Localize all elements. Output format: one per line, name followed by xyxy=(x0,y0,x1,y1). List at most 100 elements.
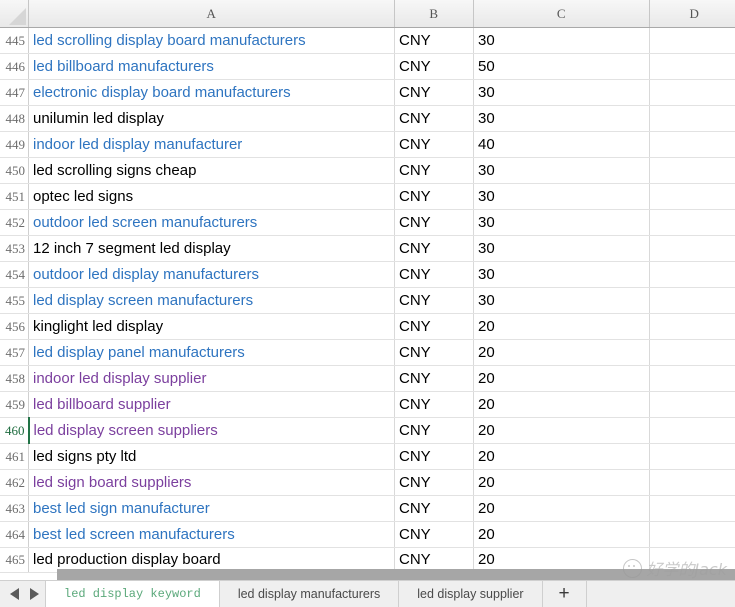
cell-D454[interactable] xyxy=(649,261,735,288)
row-header[interactable]: 449 xyxy=(0,131,29,158)
row-header[interactable]: 459 xyxy=(0,391,29,418)
add-sheet-button[interactable]: + xyxy=(543,581,587,607)
table-row[interactable]: 456 kinglight led display CNY 20 xyxy=(0,313,735,340)
cell-C456[interactable]: 20 xyxy=(473,313,650,340)
spreadsheet-grid[interactable]: A B C D 445 led scrolling display board m… xyxy=(0,0,735,580)
select-all-corner[interactable] xyxy=(0,0,29,28)
cell-B453[interactable]: CNY xyxy=(394,235,474,262)
cell-B456[interactable]: CNY xyxy=(394,313,474,340)
cell-D458[interactable] xyxy=(649,365,735,392)
cell-D448[interactable] xyxy=(649,105,735,132)
cell-B464[interactable]: CNY xyxy=(394,521,474,548)
row-header[interactable]: 462 xyxy=(0,469,29,496)
cell-B460[interactable]: CNY xyxy=(394,417,474,444)
cell-A460[interactable]: led display screen suppliers xyxy=(28,417,395,444)
cell-B461[interactable]: CNY xyxy=(394,443,474,470)
cell-B448[interactable]: CNY xyxy=(394,105,474,132)
cell-B451[interactable]: CNY xyxy=(394,183,474,210)
table-row[interactable]: 450 led scrolling signs cheap CNY 30 xyxy=(0,157,735,184)
cell-A447[interactable]: electronic display board manufacturers xyxy=(28,79,395,106)
table-row[interactable]: 455 led display screen manufacturers CNY 30 xyxy=(0,287,735,314)
cell-D450[interactable] xyxy=(649,157,735,184)
row-header[interactable]: 456 xyxy=(0,313,29,340)
column-header-b[interactable]: B xyxy=(394,0,474,28)
cell-A448[interactable]: unilumin led display xyxy=(28,105,395,132)
cell-C448[interactable]: 30 xyxy=(473,105,650,132)
previous-sheet-arrow-icon[interactable] xyxy=(10,588,19,600)
cell-B455[interactable]: CNY xyxy=(394,287,474,314)
table-row[interactable]: 447 electronic display board manufacturer… xyxy=(0,79,735,106)
cell-C450[interactable]: 30 xyxy=(473,157,650,184)
table-row[interactable]: 461 led signs pty ltd CNY 20 xyxy=(0,443,735,470)
row-header[interactable]: 465 xyxy=(0,547,29,573)
cell-A464[interactable]: best led screen manufacturers xyxy=(28,521,395,548)
column-header-a[interactable]: A xyxy=(28,0,395,28)
cell-A457[interactable]: led display panel manufacturers xyxy=(28,339,395,366)
cell-A458[interactable]: indoor led display supplier xyxy=(28,365,395,392)
cell-C453[interactable]: 30 xyxy=(473,235,650,262)
cell-B459[interactable]: CNY xyxy=(394,391,474,418)
table-row[interactable]: 459 led billboard supplier CNY 20 xyxy=(0,391,735,418)
cell-A449[interactable]: indoor led display manufacturer xyxy=(28,131,395,158)
cell-D447[interactable] xyxy=(649,79,735,106)
cell-B462[interactable]: CNY xyxy=(394,469,474,496)
cell-C447[interactable]: 30 xyxy=(473,79,650,106)
table-row[interactable]: 449 indoor led display manufacturer CNY 40 xyxy=(0,131,735,158)
row-header[interactable]: 458 xyxy=(0,365,29,392)
cell-D446[interactable] xyxy=(649,53,735,80)
cell-B449[interactable]: CNY xyxy=(394,131,474,158)
table-row[interactable]: 464 best led screen manufacturers CNY 20 xyxy=(0,521,735,548)
cell-C463[interactable]: 20 xyxy=(473,495,650,522)
cell-D455[interactable] xyxy=(649,287,735,314)
cell-C459[interactable]: 20 xyxy=(473,391,650,418)
horizontal-scrollbar[interactable] xyxy=(57,569,735,580)
cell-B454[interactable]: CNY xyxy=(394,261,474,288)
table-row[interactable]: 462 led sign board suppliers CNY 20 xyxy=(0,469,735,496)
column-header-c[interactable]: C xyxy=(473,0,650,28)
cell-D460[interactable] xyxy=(649,417,735,444)
cell-B447[interactable]: CNY xyxy=(394,79,474,106)
cell-B446[interactable]: CNY xyxy=(394,53,474,80)
row-header[interactable]: 457 xyxy=(0,339,29,366)
row-header[interactable]: 453 xyxy=(0,235,29,262)
row-header[interactable]: 450 xyxy=(0,157,29,184)
row-header[interactable]: 452 xyxy=(0,209,29,236)
row-header[interactable]: 446 xyxy=(0,53,29,80)
cell-C449[interactable]: 40 xyxy=(473,131,650,158)
cell-C446[interactable]: 50 xyxy=(473,53,650,80)
cell-D461[interactable] xyxy=(649,443,735,470)
cell-C462[interactable]: 20 xyxy=(473,469,650,496)
cell-A459[interactable]: led billboard supplier xyxy=(28,391,395,418)
cell-A453[interactable]: 12 inch 7 segment led display xyxy=(28,235,395,262)
row-header[interactable]: 447 xyxy=(0,79,29,106)
table-row[interactable]: 457 led display panel manufacturers CNY 20 xyxy=(0,339,735,366)
cell-D445[interactable] xyxy=(649,27,735,54)
cell-D457[interactable] xyxy=(649,339,735,366)
cell-C464[interactable]: 20 xyxy=(473,521,650,548)
cell-D449[interactable] xyxy=(649,131,735,158)
row-header[interactable]: 461 xyxy=(0,443,29,470)
cell-C457[interactable]: 20 xyxy=(473,339,650,366)
row-header[interactable]: 460 xyxy=(0,417,30,444)
cell-A454[interactable]: outdoor led display manufacturers xyxy=(28,261,395,288)
cell-A455[interactable]: led display screen manufacturers xyxy=(28,287,395,314)
table-row[interactable]: 451 optec led signs CNY 30 xyxy=(0,183,735,210)
cell-C445[interactable]: 30 xyxy=(473,27,650,54)
cell-C461[interactable]: 20 xyxy=(473,443,650,470)
cell-D463[interactable] xyxy=(649,495,735,522)
cell-D459[interactable] xyxy=(649,391,735,418)
cell-B463[interactable]: CNY xyxy=(394,495,474,522)
cell-A463[interactable]: best led sign manufacturer xyxy=(28,495,395,522)
cell-D456[interactable] xyxy=(649,313,735,340)
table-row[interactable]: 446 led billboard manufacturers CNY 50 xyxy=(0,53,735,80)
cell-C451[interactable]: 30 xyxy=(473,183,650,210)
table-row[interactable]: 448 unilumin led display CNY 30 xyxy=(0,105,735,132)
next-sheet-arrow-icon[interactable] xyxy=(30,588,39,600)
table-row[interactable]: 458 indoor led display supplier CNY 20 xyxy=(0,365,735,392)
cell-C455[interactable]: 30 xyxy=(473,287,650,314)
cell-A446[interactable]: led billboard manufacturers xyxy=(28,53,395,80)
row-header[interactable]: 454 xyxy=(0,261,29,288)
cell-B458[interactable]: CNY xyxy=(394,365,474,392)
cell-B445[interactable]: CNY xyxy=(394,27,474,54)
cell-A452[interactable]: outdoor led screen manufacturers xyxy=(28,209,395,236)
